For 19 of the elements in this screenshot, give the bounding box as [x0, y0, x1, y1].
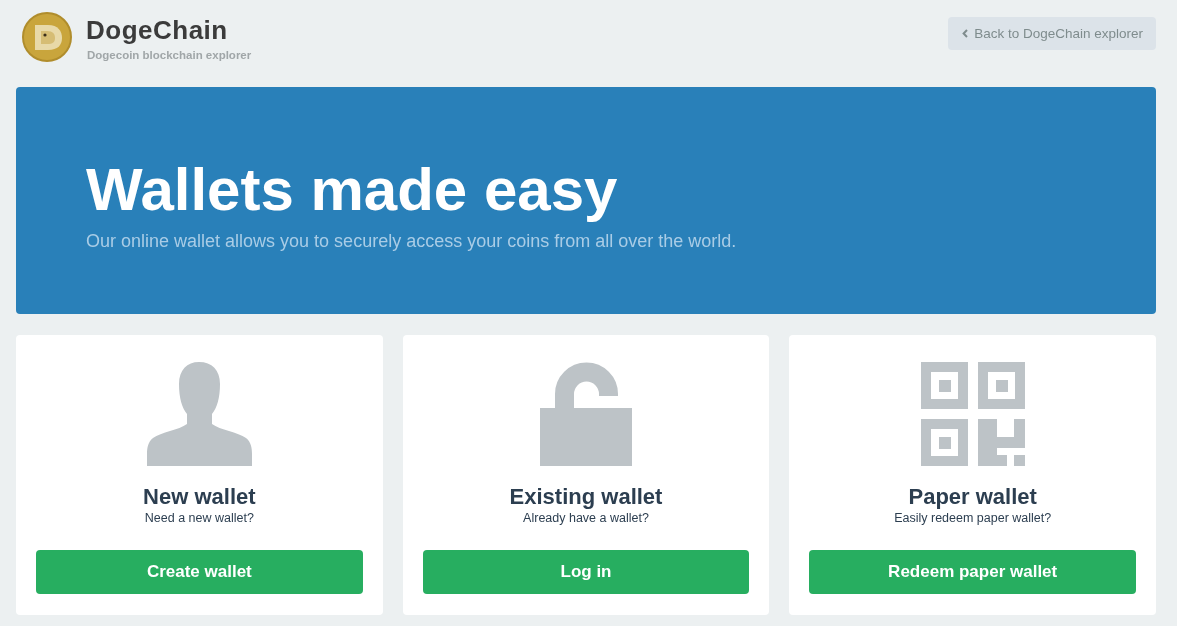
- coin-logo-icon: [22, 12, 72, 62]
- action-button[interactable]: Redeem paper wallet: [809, 550, 1136, 594]
- qr-code-icon: [920, 362, 1025, 466]
- hero-subtitle: Our online wallet allows you to securely access your coins from all over the world.: [86, 229, 738, 253]
- site-tagline: Dogecoin blockchain explorer: [87, 48, 252, 62]
- action-button[interactable]: Log in: [422, 550, 750, 594]
- card-title: Paper wallet: [908, 484, 1037, 510]
- action-button[interactable]: Create wallet: [36, 550, 363, 594]
- open-padlock-icon: [540, 362, 632, 466]
- hero-title: Wallets made easy: [86, 156, 619, 223]
- person-silhouette-icon: [146, 362, 252, 466]
- back-button[interactable]: Back to DogeChain explorer: [948, 17, 1156, 50]
- chevron-left-icon: [962, 29, 969, 38]
- card-subtitle: Need a new wallet?: [144, 510, 254, 526]
- card-title: Existing wallet: [509, 484, 663, 510]
- card-subtitle: Easily redeem paper wallet?: [894, 510, 1052, 526]
- card-title: New wallet: [143, 484, 256, 510]
- card-subtitle: Already have a wallet?: [523, 510, 649, 526]
- site-title: DogeChain: [86, 15, 229, 45]
